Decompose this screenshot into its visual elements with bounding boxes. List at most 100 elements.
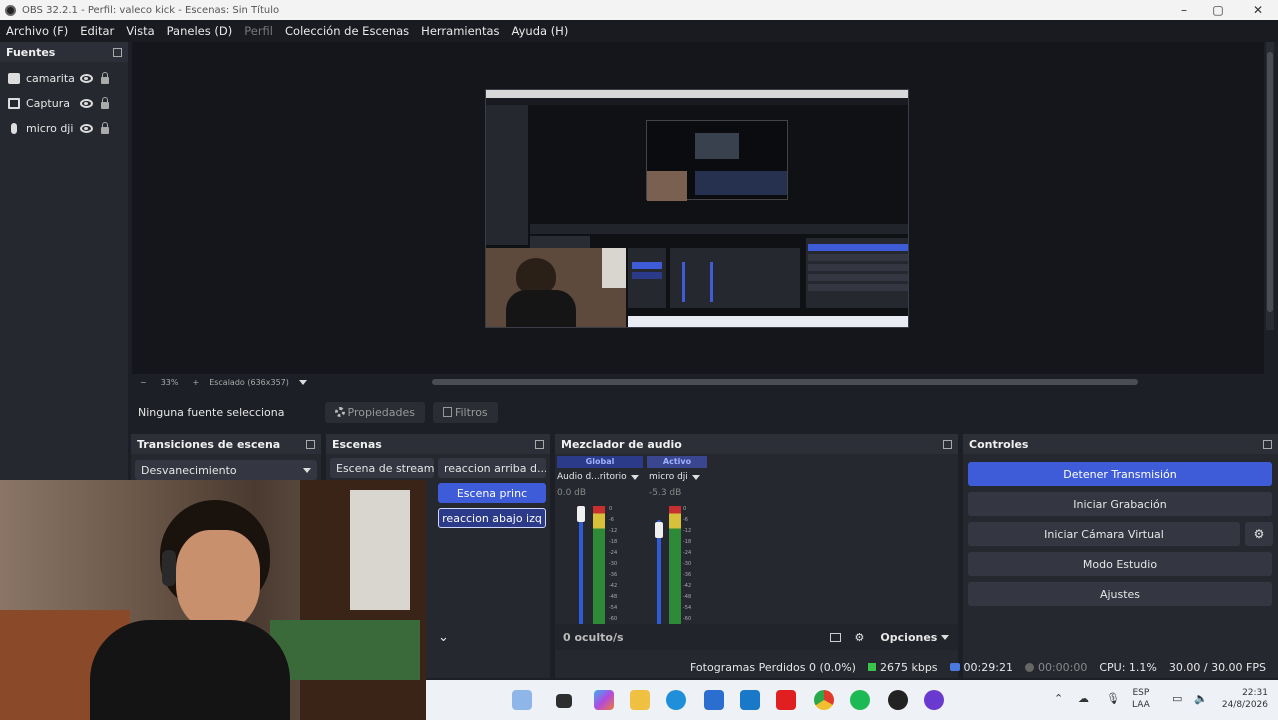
display-icon[interactable]: ▭ <box>1172 692 1182 705</box>
nested-docks <box>695 171 787 195</box>
file-explorer-icon[interactable] <box>630 690 650 710</box>
lock-icon[interactable] <box>101 72 109 84</box>
mixer-tab-activo[interactable]: Activo <box>647 456 707 468</box>
menu-paneles[interactable]: Paneles (D) <box>167 24 233 38</box>
zoom-out-icon[interactable]: − <box>140 378 147 387</box>
lock-icon[interactable] <box>101 97 109 109</box>
undock-icon[interactable] <box>1263 439 1272 449</box>
transition-select[interactable]: Desvanecimiento <box>135 460 317 480</box>
filters-label: Filtros <box>454 405 488 419</box>
undock-icon[interactable] <box>535 439 544 449</box>
scale-tick: -6 <box>683 517 688 523</box>
menu-perfil[interactable]: Perfil <box>244 24 273 38</box>
undock-icon[interactable] <box>113 47 122 57</box>
window-title: OBS 32.2.1 - Perfil: valeco kick - Escen… <box>22 4 280 16</box>
stream-health-icon <box>867 663 876 671</box>
menu-ayuda[interactable]: Ayuda (H) <box>512 24 569 38</box>
mixer-header: Mezclador de audio <box>555 434 958 454</box>
scale-tick: -54 <box>683 605 692 611</box>
sources-header: Fuentes <box>0 42 128 62</box>
app-icon[interactable] <box>924 690 944 710</box>
source-name: Captura d <box>26 97 74 110</box>
source-item-camarita[interactable]: camarita <box>0 66 128 91</box>
cpu-usage: CPU: 1.1% <box>1099 660 1157 674</box>
monitor-icon <box>8 98 20 109</box>
filters-button[interactable]: Filtros <box>432 401 498 423</box>
nested-controls <box>806 238 908 308</box>
scene-escena-de-stream[interactable]: Escena de stream <box>330 458 434 478</box>
volume-fader-knob[interactable] <box>655 522 663 538</box>
spotify-icon[interactable] <box>850 690 870 710</box>
scene-escena-princ[interactable]: Escena princ <box>438 483 546 503</box>
chrome-icon[interactable] <box>814 690 834 710</box>
settings-button[interactable]: Ajustes <box>968 582 1272 606</box>
preview-canvas[interactable] <box>485 89 909 328</box>
source-toolbar: Ninguna fuente selecciona Propiedades Fi… <box>132 398 1278 426</box>
scale-tick: -48 <box>683 594 692 600</box>
lock-icon[interactable] <box>101 122 109 134</box>
properties-button[interactable]: Propiedades <box>324 401 425 423</box>
clock[interactable]: 22:31 24/8/2026 <box>1212 687 1268 711</box>
outlook-icon[interactable] <box>740 690 760 710</box>
scale-dropdown-icon[interactable] <box>298 379 307 385</box>
youtube-icon[interactable] <box>776 690 796 710</box>
nested-taskbar <box>628 316 908 327</box>
eye-icon[interactable] <box>80 74 93 83</box>
obs-icon[interactable] <box>888 690 908 710</box>
close-icon[interactable]: ✕ <box>1238 0 1278 20</box>
source-item-micro-dji[interactable]: micro dji <box>0 116 128 141</box>
menu-coleccion-escenas[interactable]: Colección de Escenas <box>285 24 409 38</box>
eye-icon[interactable] <box>80 99 93 108</box>
undock-icon[interactable] <box>943 439 952 449</box>
studio-mode-button[interactable]: Modo Estudio <box>968 552 1272 576</box>
nested-mixer <box>670 248 800 308</box>
store-icon[interactable] <box>704 690 724 710</box>
network-icon[interactable]: ☁ <box>1078 692 1089 705</box>
edge-icon[interactable] <box>666 690 686 710</box>
source-name: micro dji <box>26 122 74 135</box>
scale-tick: -12 <box>609 528 618 534</box>
menu-editar[interactable]: Editar <box>80 24 114 38</box>
chevron-down-icon[interactable]: ⌄ <box>438 630 449 645</box>
mixer-options-button[interactable]: Opciones <box>880 631 937 644</box>
volume-fader-track[interactable] <box>579 510 583 630</box>
mixer-tab-global[interactable]: Global <box>557 456 643 468</box>
sources-title: Fuentes <box>6 45 56 59</box>
scale-tick: -42 <box>683 583 692 589</box>
source-item-captura[interactable]: Captura d <box>0 91 128 116</box>
chevron-up-icon[interactable]: ⌃ <box>1054 692 1063 705</box>
scene-reaccion-arriba[interactable]: reaccion arriba d... <box>438 458 546 478</box>
eye-icon[interactable] <box>80 124 93 133</box>
title-bar: OBS 32.2.1 - Perfil: valeco kick - Escen… <box>0 0 1278 20</box>
copilot-icon[interactable] <box>594 690 614 710</box>
terminal-icon[interactable] <box>556 694 572 708</box>
chevron-down-icon[interactable] <box>691 474 700 480</box>
source-name: camarita <box>26 72 74 85</box>
language-code: ESP <box>1132 688 1150 698</box>
virtual-camera-button[interactable]: Iniciar Cámara Virtual <box>968 522 1240 546</box>
zoom-in-icon[interactable]: + <box>192 378 199 387</box>
widgets-icon[interactable] <box>512 690 532 710</box>
scene-reaccion-abajo-izq[interactable]: reaccion abajo izq <box>438 508 546 528</box>
meter-scale: 0 -6 -12 -18 -24 -30 -36 -42 -48 -54 -60 <box>683 506 699 630</box>
stop-stream-button[interactable]: Detener Transmisión <box>968 462 1272 486</box>
menu-archivo[interactable]: Archivo (F) <box>6 24 68 38</box>
virtual-camera-settings-icon[interactable]: ⚙ <box>1245 522 1273 546</box>
chevron-down-icon[interactable] <box>941 634 950 640</box>
language-indicator[interactable]: ESP LAA <box>1132 687 1150 711</box>
maximize-icon[interactable]: ▢ <box>1198 0 1238 20</box>
preview-vertical-scrollbar[interactable] <box>1266 42 1274 330</box>
layout-icon[interactable] <box>829 632 841 642</box>
preview-horizontal-scrollbar[interactable] <box>432 379 1138 385</box>
mixer-settings-icon[interactable]: ⚙ <box>855 631 865 644</box>
keyboard-layout: LAA <box>1132 700 1150 710</box>
nested-window <box>602 248 626 288</box>
start-recording-button[interactable]: Iniciar Grabación <box>968 492 1272 516</box>
microphone-icon[interactable]: 🎙 <box>1106 692 1120 705</box>
volume-icon[interactable]: 🔈 <box>1194 692 1208 705</box>
chevron-down-icon[interactable] <box>630 474 639 480</box>
menu-herramientas[interactable]: Herramientas <box>421 24 499 38</box>
menu-vista[interactable]: Vista <box>126 24 154 38</box>
volume-fader-knob[interactable] <box>577 506 585 522</box>
undock-icon[interactable] <box>306 439 315 449</box>
